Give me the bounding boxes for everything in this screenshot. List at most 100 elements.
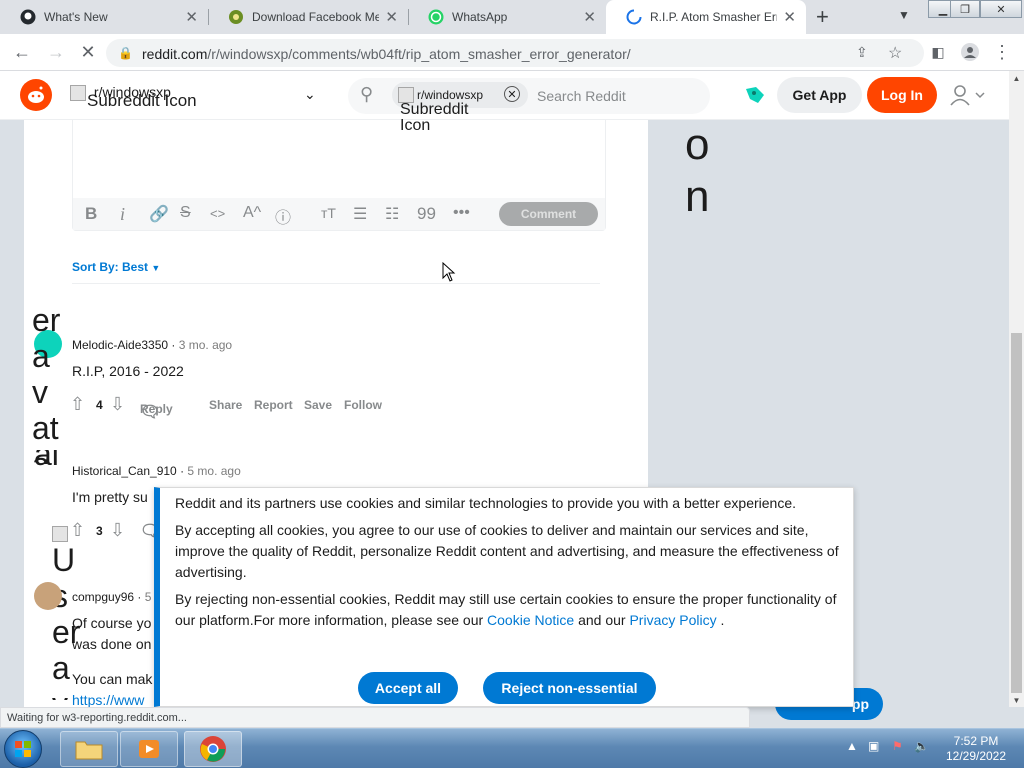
bold-icon[interactable]: B: [85, 204, 97, 224]
comment-author[interactable]: Historical_Can_910 · 5 mo. ago: [72, 464, 241, 478]
stop-loading-icon[interactable]: ✕: [76, 40, 100, 64]
comment-link[interactable]: https://www: [72, 692, 144, 707]
get-app-button[interactable]: Get App: [777, 77, 862, 113]
action-center-icon[interactable]: ⚑: [892, 739, 903, 753]
tab-download-facebook[interactable]: Download Facebook Me ✕: [208, 0, 408, 34]
close-tab-icon[interactable]: ✕: [783, 8, 796, 26]
bulleted-list-icon[interactable]: ☰: [353, 204, 367, 224]
tab-rip-atom-smasher[interactable]: R.I.P. Atom Smasher Erro ✕: [606, 0, 806, 34]
restore-icon[interactable]: ❐: [950, 0, 980, 18]
follow-button[interactable]: Follow: [344, 398, 382, 412]
spoiler-icon[interactable]: ⓘ: [275, 204, 291, 228]
italic-icon[interactable]: i: [120, 204, 125, 225]
volume-icon[interactable]: 🔈: [914, 739, 929, 753]
menu-kebab-icon[interactable]: ⋮: [990, 40, 1014, 64]
cookie-consent-banner: Reddit and its partners use cookies and …: [154, 487, 854, 707]
browser-tab-strip: What's New ✕ Download Facebook Me ✕ What…: [0, 0, 1024, 34]
log-in-button[interactable]: Log In: [867, 77, 937, 113]
comment-editor[interactable]: B i 🔗 S <> A^ ⓘ тT ☰ ☷ 99 ••• Comment: [72, 120, 606, 231]
tab-whats-new[interactable]: What's New ✕: [0, 0, 208, 34]
bookmark-star-icon[interactable]: ☆: [888, 43, 902, 63]
new-tab-icon[interactable]: +: [816, 4, 829, 30]
clear-chip-icon[interactable]: ✕: [504, 86, 520, 102]
divider: [72, 283, 600, 284]
address-bar[interactable]: 🔒 reddit.com/r/windowsxp/comments/wb04ft…: [106, 39, 924, 67]
subreddit-icon: [70, 85, 86, 102]
windows-taskbar: ▲ ▣ ⚑ 🔈 7:52 PM 12/29/2022: [0, 728, 1024, 768]
system-clock[interactable]: 7:52 PM 12/29/2022: [940, 734, 1012, 764]
report-button[interactable]: Report: [254, 398, 293, 412]
back-arrow-icon[interactable]: ←: [10, 40, 34, 64]
upvote-icon[interactable]: ⇧: [70, 520, 85, 541]
scroll-up-icon[interactable]: ▲: [1009, 71, 1024, 85]
inline-code-icon[interactable]: <>: [210, 206, 225, 221]
comment-author[interactable]: compguy96 · 5: [72, 590, 151, 604]
sort-by-dropdown[interactable]: Sort By: Best ▼: [72, 260, 160, 274]
github-icon: [20, 9, 36, 25]
avatar-broken-alt-text: al: [34, 450, 59, 472]
comment-body: You can mak: [72, 671, 153, 687]
heading-icon[interactable]: тT: [321, 205, 336, 221]
share-button[interactable]: Share: [209, 398, 242, 412]
page-scrollbar[interactable]: ▲ ▼: [1009, 71, 1024, 707]
tab-whatsapp[interactable]: WhatsApp ✕: [408, 0, 606, 34]
comment-body: I'm pretty su: [72, 489, 148, 505]
cookie-notice-link[interactable]: Cookie Notice: [487, 612, 574, 628]
loading-spinner-icon: [626, 9, 642, 25]
lock-icon: 🔒: [118, 46, 133, 60]
comment-button[interactable]: Comment: [499, 202, 598, 226]
browser-toolbar: ← → ✕ 🔒 reddit.com/r/windowsxp/comments/…: [0, 34, 1024, 71]
scroll-down-icon[interactable]: ▼: [1009, 693, 1024, 707]
side-panel-icon[interactable]: ◧: [926, 40, 950, 64]
avatar[interactable]: [34, 582, 62, 610]
accept-all-button[interactable]: Accept all: [358, 672, 458, 704]
user-menu-icon[interactable]: [950, 84, 988, 111]
avatar-broken-alt-text: er a v at a: [32, 302, 61, 464]
save-button[interactable]: Save: [304, 398, 332, 412]
more-options-icon[interactable]: •••: [453, 204, 470, 222]
chevron-down-icon: ▼: [151, 263, 161, 273]
search-icon: ⚲: [360, 84, 374, 104]
media-player-icon[interactable]: [120, 731, 178, 767]
share-icon[interactable]: ⇪: [856, 44, 868, 61]
windows-start-icon[interactable]: [4, 730, 42, 768]
downvote-icon[interactable]: ⇩: [110, 394, 125, 415]
chrome-taskbar-icon[interactable]: [184, 731, 242, 767]
show-hidden-icons-icon[interactable]: ▲: [846, 739, 858, 753]
cookie-text-accept: By accepting all cookies, you agree to o…: [175, 522, 839, 580]
link-icon[interactable]: 🔗: [149, 204, 169, 224]
scroll-thumb[interactable]: [1011, 333, 1022, 693]
file-explorer-icon[interactable]: [60, 731, 118, 767]
reject-non-essential-button[interactable]: Reject non-essential: [483, 672, 656, 704]
search-input[interactable]: Search Reddit: [537, 88, 626, 104]
superscript-icon[interactable]: A^: [243, 204, 261, 222]
browser-status-bar: Waiting for w3-reporting.reddit.com...: [0, 707, 750, 728]
privacy-policy-link[interactable]: Privacy Policy: [629, 612, 716, 628]
forward-arrow-icon[interactable]: →: [44, 40, 68, 64]
subreddit-icon-alt-text: Subreddit Icon: [400, 101, 469, 134]
profile-icon[interactable]: [958, 40, 982, 64]
close-window-icon[interactable]: ✕: [980, 0, 1022, 18]
close-tab-icon[interactable]: ✕: [185, 8, 198, 26]
tab-search-chevron-icon[interactable]: ▼: [898, 8, 910, 22]
chevron-down-icon: ⌄: [304, 86, 316, 102]
strikethrough-icon[interactable]: S: [180, 204, 191, 222]
community-dropdown[interactable]: r/windowsxp Subreddit Icon ⌄: [70, 84, 320, 110]
close-tab-icon[interactable]: ✕: [583, 8, 596, 26]
quote-block-icon[interactable]: 99: [417, 204, 436, 224]
downvote-icon[interactable]: ⇩: [110, 520, 125, 541]
downloader-icon: [228, 9, 244, 25]
comment-actions: ⇧ 4 ⇩ 🗨 Reply Share Report Save Follow: [70, 394, 382, 421]
vote-count: 4: [96, 398, 103, 412]
numbered-list-icon[interactable]: ☷: [385, 204, 399, 224]
comment-author[interactable]: Melodic-Aide3350 · 3 mo. ago: [72, 338, 232, 352]
network-icon[interactable]: ▣: [868, 739, 879, 753]
cookie-text-reject: By rejecting non-essential cookies, Redd…: [175, 591, 837, 628]
close-tab-icon[interactable]: ✕: [385, 8, 398, 26]
url-domain: reddit.com: [142, 46, 208, 62]
upvote-icon[interactable]: ⇧: [70, 394, 85, 415]
reddit-logo-icon[interactable]: [20, 79, 52, 111]
advertise-icon[interactable]: [744, 85, 766, 110]
reddit-header: r/windowsxp Subreddit Icon ⌄ ⚲ r/windows…: [0, 71, 1009, 134]
comment-body: was done on: [72, 636, 152, 652]
